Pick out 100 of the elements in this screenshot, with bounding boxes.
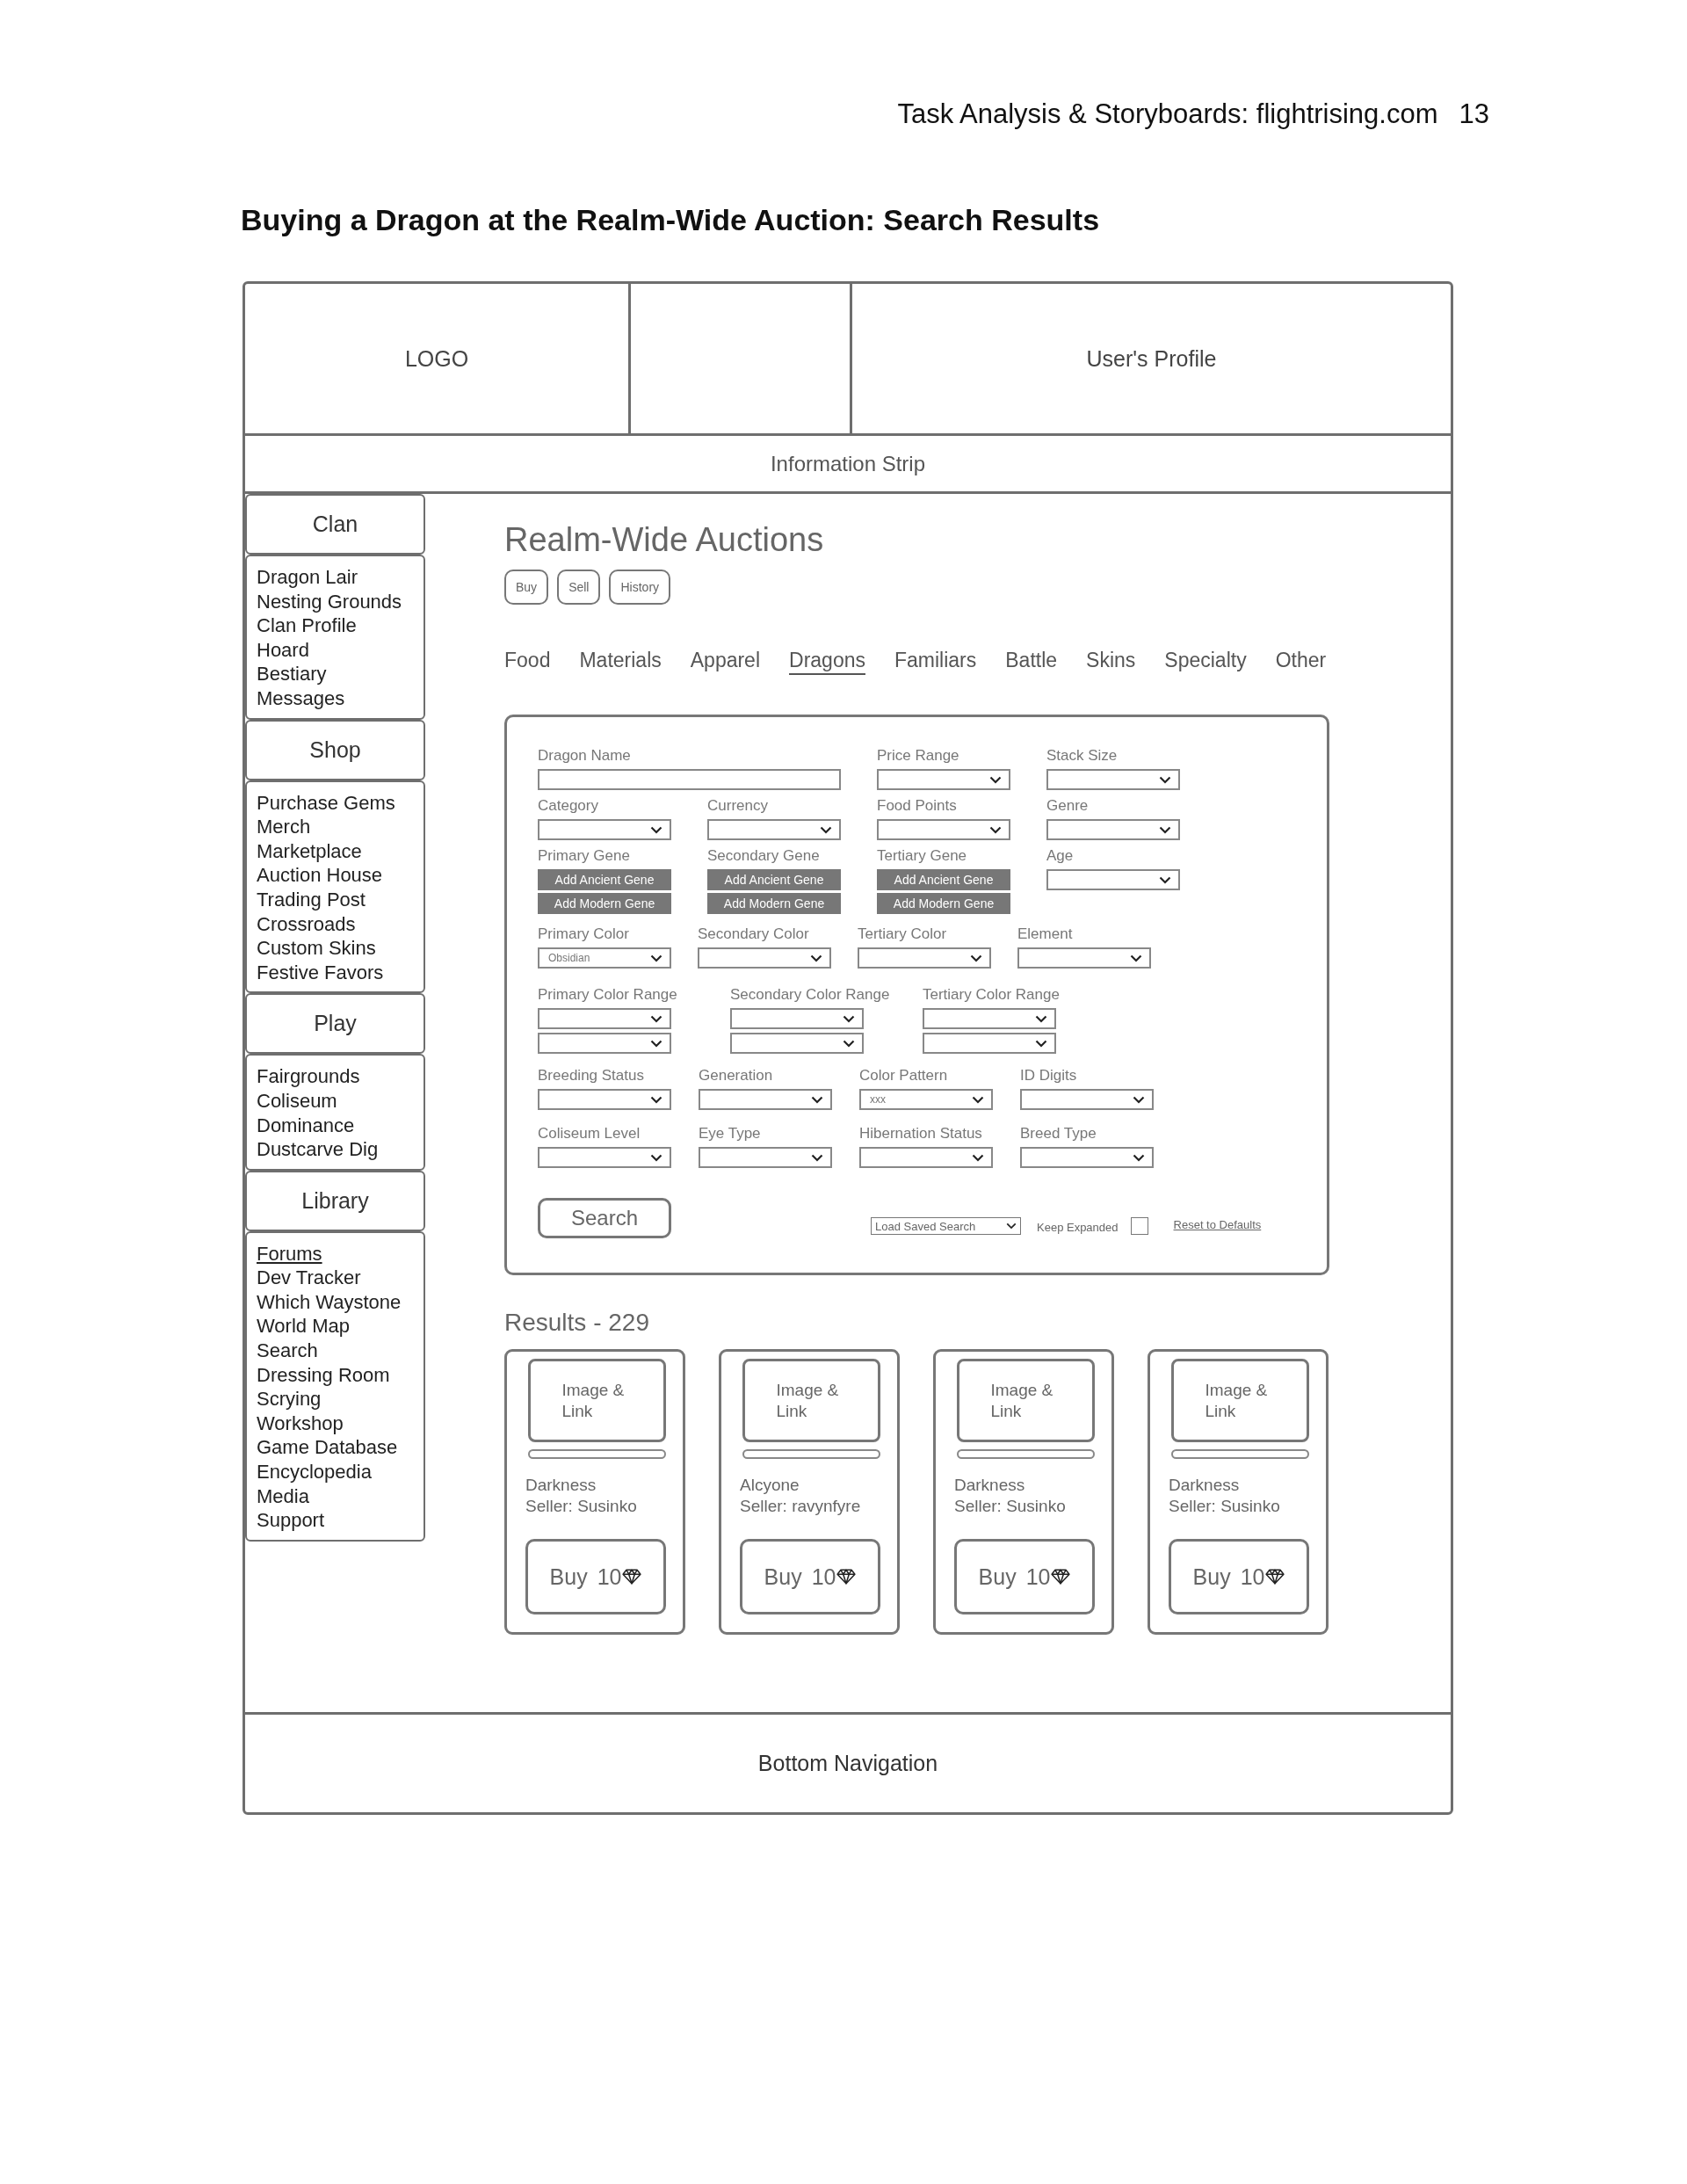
select-field[interactable]	[1020, 1089, 1154, 1110]
sidebar-link[interactable]: Crossroads	[257, 912, 356, 935]
sidebar-link[interactable]: Encyclopedia	[257, 1461, 372, 1484]
sidebar-link[interactable]: Messages	[257, 686, 345, 709]
image-placeholder[interactable]: Image & Link	[957, 1359, 1095, 1442]
sidebar-link[interactable]: Support	[257, 1509, 325, 1532]
select-field[interactable]: Obsidian	[538, 947, 671, 969]
search-button[interactable]: Search	[538, 1198, 671, 1238]
select-field[interactable]	[877, 769, 1010, 790]
sidebar-link[interactable]: Dragon Lair	[257, 566, 358, 588]
category-tab[interactable]: Apparel	[690, 647, 761, 673]
image-placeholder[interactable]: Image & Link	[1171, 1359, 1309, 1442]
sidebar-link[interactable]: Coliseum	[257, 1089, 337, 1112]
sidebar-link[interactable]: Dustcarve Dig	[257, 1138, 379, 1161]
select-field[interactable]	[699, 1089, 832, 1110]
sidebar-link[interactable]: Which Waystone	[257, 1290, 402, 1313]
mode-button[interactable]: Sell	[557, 570, 601, 605]
logo-placeholder[interactable]: LOGO	[245, 284, 631, 433]
sidebar-heading[interactable]: Clan	[245, 494, 425, 555]
sidebar-link[interactable]: Forums	[257, 1242, 322, 1265]
mode-button[interactable]: History	[609, 570, 671, 605]
sidebar-link[interactable]: Auction House	[257, 864, 383, 887]
sidebar-link[interactable]: Dominance	[257, 1114, 355, 1136]
category-tab[interactable]: Battle	[1005, 647, 1058, 673]
select-field[interactable]	[859, 1147, 993, 1168]
category-tab[interactable]: Food	[504, 647, 551, 673]
category-tab[interactable]: Familiars	[894, 647, 977, 673]
sidebar-link[interactable]: Nesting Grounds	[257, 590, 402, 613]
sidebar-link[interactable]: Custom Skins	[257, 937, 376, 960]
select-field[interactable]	[538, 1033, 671, 1054]
add-gene-button[interactable]: Add Ancient Gene	[538, 869, 671, 890]
page-number: 13	[1459, 98, 1489, 131]
select-field[interactable]	[707, 819, 841, 840]
category-tab[interactable]: Materials	[579, 647, 662, 673]
mode-button[interactable]: Buy	[504, 570, 549, 605]
sidebar-link[interactable]: Festive Favors	[257, 961, 384, 983]
select-field[interactable]	[730, 1033, 864, 1054]
sidebar-link[interactable]: Scrying	[257, 1388, 322, 1411]
buy-button[interactable]: Buy 10	[525, 1539, 666, 1614]
image-placeholder[interactable]: Image & Link	[742, 1359, 880, 1442]
sidebar-link[interactable]: Game Database	[257, 1436, 398, 1459]
select-field[interactable]	[698, 947, 831, 969]
select-field[interactable]	[877, 819, 1010, 840]
select-field[interactable]	[538, 819, 671, 840]
select-field[interactable]	[923, 1008, 1056, 1029]
add-gene-button[interactable]: Add Modern Gene	[707, 893, 841, 914]
add-gene-button[interactable]: Add Modern Gene	[877, 893, 1010, 914]
sidebar-link[interactable]: Marketplace	[257, 839, 362, 862]
sidebar-link[interactable]: Dev Tracker	[257, 1266, 361, 1289]
select-field[interactable]	[538, 1147, 671, 1168]
sidebar-link[interactable]: Fairgrounds	[257, 1065, 360, 1088]
select-field[interactable]	[699, 1147, 832, 1168]
sidebar-heading[interactable]: Play	[245, 993, 425, 1055]
sidebar-link[interactable]: Merch	[257, 816, 311, 838]
select-field[interactable]	[1046, 769, 1180, 790]
keep-expanded-checkbox[interactable]	[1130, 1217, 1148, 1235]
chevron-down-icon	[650, 825, 662, 834]
add-gene-button[interactable]: Add Ancient Gene	[707, 869, 841, 890]
sidebar-link[interactable]: Dressing Room	[257, 1363, 390, 1386]
field-label: Eye Type	[699, 1125, 761, 1143]
gem-icon	[1265, 1569, 1285, 1585]
select-field[interactable]	[538, 1008, 671, 1029]
bottom-navigation: Bottom Navigation	[245, 1712, 1451, 1812]
buy-button[interactable]: Buy 10	[1169, 1539, 1309, 1614]
field-label: Color Pattern	[859, 1067, 948, 1085]
sidebar-link[interactable]: Trading Post	[257, 888, 366, 911]
select-field[interactable]	[923, 1033, 1056, 1054]
buy-button[interactable]: Buy 10	[954, 1539, 1095, 1614]
select-field[interactable]	[858, 947, 991, 969]
select-field[interactable]	[1020, 1147, 1154, 1168]
category-tab[interactable]: Other	[1275, 647, 1327, 673]
select-field[interactable]	[1046, 819, 1180, 840]
text-input-field[interactable]	[538, 769, 841, 790]
select-field[interactable]: xxx	[859, 1089, 993, 1110]
select-field[interactable]	[1017, 947, 1151, 969]
image-placeholder[interactable]: Image & Link	[528, 1359, 666, 1442]
sidebar-link[interactable]: Clan Profile	[257, 614, 357, 637]
sidebar-heading[interactable]: Library	[245, 1170, 425, 1231]
category-tab[interactable]: Specialty	[1164, 647, 1247, 673]
dragon-name: Alcyone	[740, 1475, 800, 1496]
sidebar-link[interactable]: Search	[257, 1339, 318, 1362]
sidebar-link[interactable]: Bestiary	[257, 663, 327, 686]
sidebar-link[interactable]: Workshop	[257, 1411, 344, 1434]
user-profile-panel[interactable]: User's Profile	[852, 284, 1451, 433]
add-gene-button[interactable]: Add Ancient Gene	[877, 869, 1010, 890]
checkbox-label: Keep Expanded	[1037, 1221, 1119, 1234]
sidebar-link[interactable]: Purchase Gems	[257, 791, 395, 814]
sidebar-link[interactable]: Hoard	[257, 638, 309, 661]
buy-button[interactable]: Buy 10	[740, 1539, 880, 1614]
saved-search-dropdown[interactable]: Load Saved Search	[871, 1217, 1021, 1235]
add-gene-button[interactable]: Add Modern Gene	[538, 893, 671, 914]
sidebar-link[interactable]: World Map	[257, 1315, 350, 1338]
sidebar-link[interactable]: Media	[257, 1484, 309, 1507]
category-tab[interactable]: Skins	[1086, 647, 1136, 673]
reset-link[interactable]: Reset to Defaults	[1173, 1218, 1262, 1231]
select-field[interactable]	[730, 1008, 864, 1029]
select-field[interactable]	[538, 1089, 671, 1110]
sidebar-heading[interactable]: Shop	[245, 719, 425, 780]
select-field[interactable]	[1046, 869, 1180, 890]
category-tab[interactable]: Dragons	[789, 647, 865, 673]
